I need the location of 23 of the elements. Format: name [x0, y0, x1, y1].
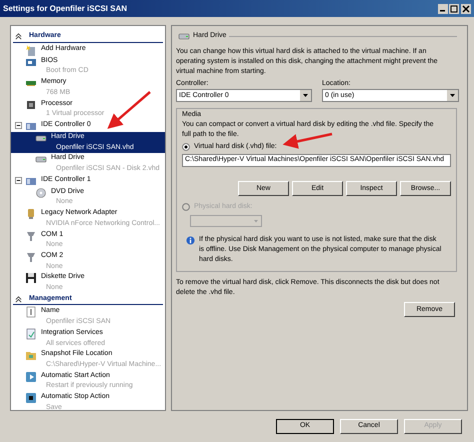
collapse-icon[interactable]: [15, 176, 22, 184]
collapse-icon[interactable]: [15, 296, 22, 303]
info-icon: [186, 236, 195, 245]
port-icon: [25, 250, 37, 263]
checklist-icon: [25, 328, 37, 340]
radio-icon[interactable]: [182, 143, 190, 151]
annotation-arrow: [282, 132, 332, 149]
stop-icon: [25, 392, 37, 404]
play-icon: [25, 370, 37, 383]
maximize-icon[interactable]: [449, 4, 459, 14]
close-icon[interactable]: [461, 4, 471, 14]
disc-icon: [35, 186, 47, 199]
processor-icon: [25, 98, 37, 111]
annotation-arrow: [107, 91, 151, 129]
minimize-icon[interactable]: [438, 4, 448, 14]
port-icon: [25, 230, 37, 242]
collapse-icon[interactable]: [15, 122, 22, 129]
network-card-icon: [25, 208, 37, 220]
document-icon: [25, 306, 37, 318]
floppy-icon: [25, 272, 37, 284]
window-title: Settings for Openfiler iSCSI SAN: [3, 4, 128, 12]
collapse-icon[interactable]: [15, 32, 22, 40]
folder-icon: [25, 349, 37, 362]
